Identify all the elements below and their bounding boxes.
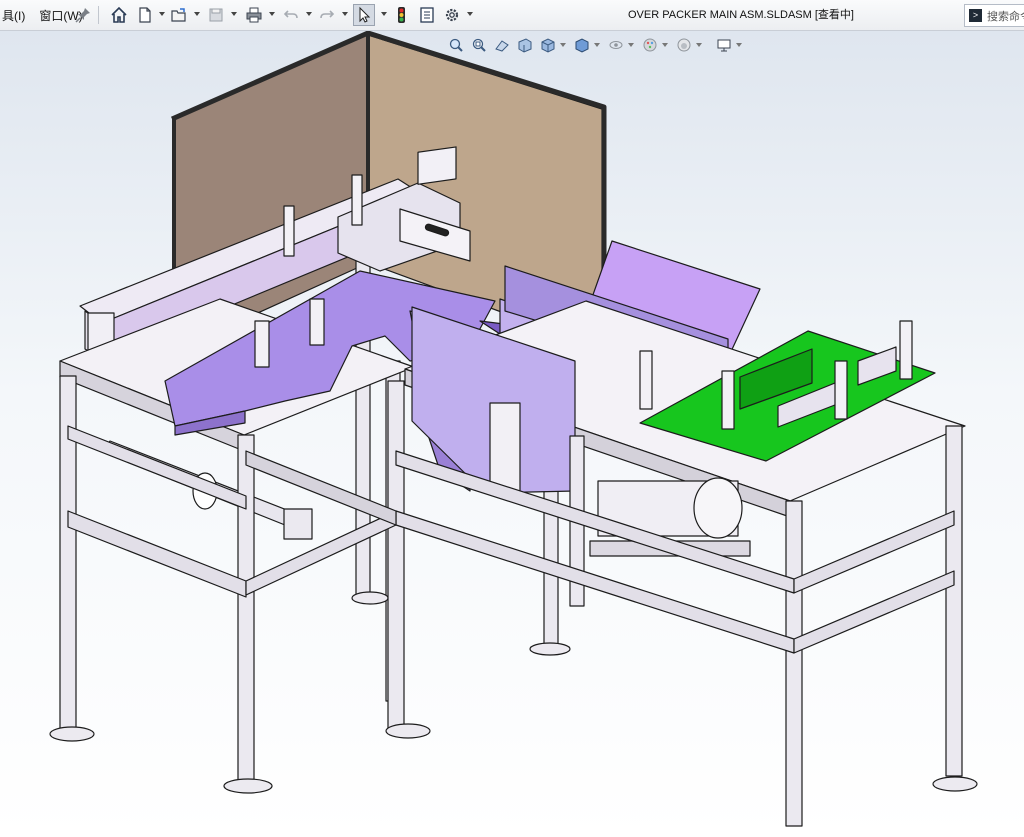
command-prompt-icon: > — [969, 9, 982, 22]
menu-tools[interactable]: 具(I) — [0, 7, 27, 24]
chevron-down-icon[interactable] — [231, 12, 237, 16]
redo-icon[interactable] — [316, 4, 338, 26]
file-properties-icon[interactable] — [416, 4, 438, 26]
search-placeholder: 搜索命令 — [987, 10, 1024, 23]
toolbar-separator — [98, 6, 99, 24]
save-icon[interactable] — [205, 4, 227, 26]
top-toolbar: 具(I) 窗口(W) OVER PACKER MAIN ASM.SLDASM [… — [0, 0, 1024, 31]
options-gear-icon[interactable] — [441, 4, 463, 26]
print-icon[interactable] — [243, 4, 265, 26]
select-arrow-icon[interactable] — [353, 4, 375, 26]
chevron-down-icon[interactable] — [159, 12, 165, 16]
chevron-down-icon[interactable] — [467, 12, 473, 16]
undo-icon[interactable] — [280, 4, 302, 26]
chevron-down-icon[interactable] — [194, 12, 200, 16]
open-folder-icon[interactable] — [168, 4, 190, 26]
document-title: OVER PACKER MAIN ASM.SLDASM [查看中] — [628, 9, 854, 21]
chevron-down-icon[interactable] — [269, 12, 275, 16]
pin-icon[interactable] — [72, 4, 94, 26]
assembly-model[interactable] — [0, 31, 1024, 837]
chevron-down-icon[interactable] — [342, 12, 348, 16]
chevron-down-icon[interactable] — [381, 12, 387, 16]
home-icon[interactable] — [108, 4, 130, 26]
graphics-viewport[interactable] — [0, 31, 1024, 837]
chevron-down-icon[interactable] — [306, 12, 312, 16]
new-document-icon[interactable] — [134, 4, 156, 26]
search-commands-field[interactable]: > 搜索命令 — [964, 4, 1024, 27]
rebuild-icon[interactable] — [390, 4, 412, 26]
